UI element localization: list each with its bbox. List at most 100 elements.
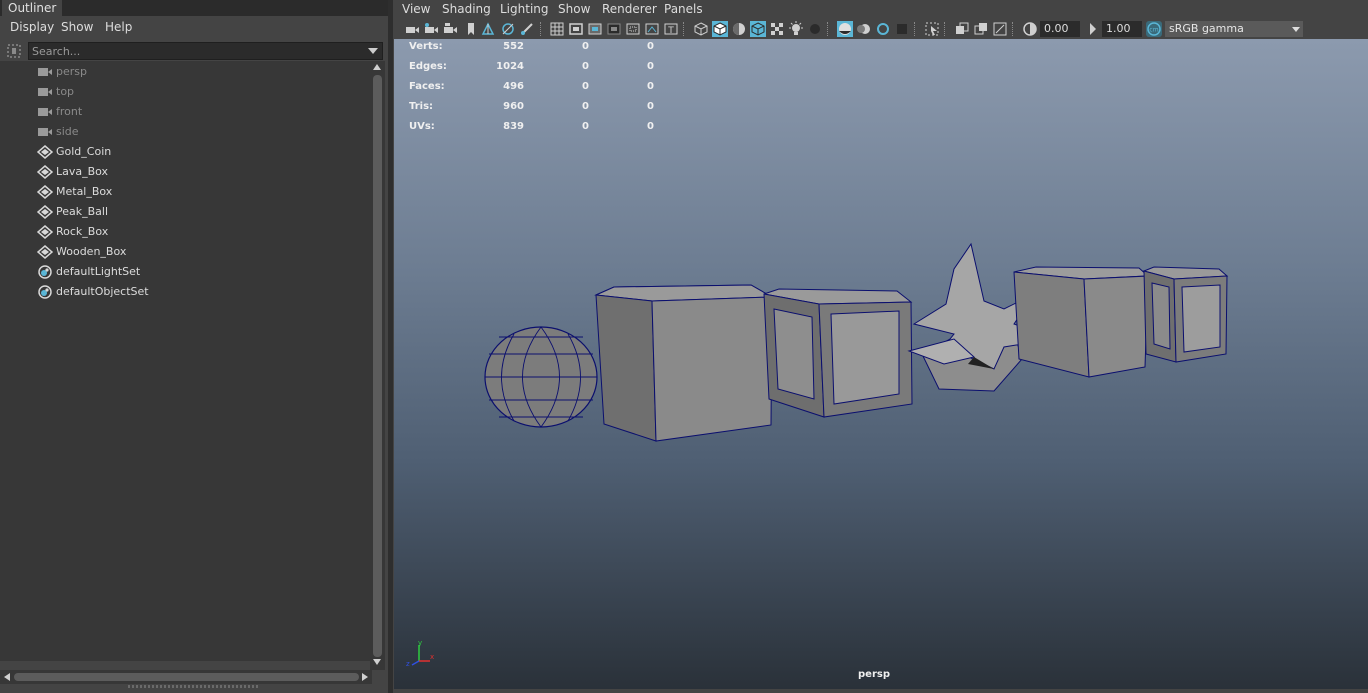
camera-attributes-icon[interactable] [423, 21, 439, 37]
outliner-item-front[interactable]: front [0, 102, 370, 122]
outliner-item-side[interactable]: side [0, 122, 370, 142]
outliner-tab[interactable]: Outliner [2, 0, 62, 16]
outliner-item-default-object-set[interactable]: defaultObjectSet [0, 282, 370, 302]
anti-aliasing-icon[interactable] [875, 21, 891, 37]
lava-box-mesh [594, 284, 774, 442]
svg-text:cm: cm [1149, 27, 1158, 34]
grease-pencil-icon[interactable] [519, 21, 535, 37]
film-gate-icon[interactable] [568, 21, 584, 37]
menu-lighting[interactable]: Lighting [500, 0, 549, 19]
outliner-vertical-scrollbar[interactable] [370, 61, 385, 670]
outliner-horizontal-scrollbar[interactable] [0, 670, 372, 684]
safe-title-icon[interactable]: T [663, 21, 679, 37]
smooth-shade-icon[interactable] [712, 21, 728, 37]
view-transform-icon[interactable]: cm [1146, 21, 1162, 37]
motion-blur-icon[interactable] [856, 21, 872, 37]
hud-value: 0 [647, 121, 654, 132]
xray-icon[interactable] [954, 21, 970, 37]
menu-shading[interactable]: Shading [442, 0, 491, 19]
outliner-item-gold-coin[interactable]: Gold_Coin [0, 142, 370, 162]
menu-help[interactable]: Help [105, 17, 132, 37]
viewport-toolbar: T 0.00 1.00 cm sRGB gamma [393, 19, 1368, 39]
hud-value: 960 [503, 101, 524, 112]
use-all-lights-icon[interactable] [788, 21, 804, 37]
search-dropdown-arrow[interactable] [368, 48, 378, 54]
scroll-down-arrow[interactable] [373, 659, 381, 665]
menu-show[interactable]: Show [61, 17, 93, 37]
outliner-item-label: Peak_Ball [56, 205, 109, 218]
outliner-item-default-light-set[interactable]: defaultLightSet [0, 262, 370, 282]
chevron-down-icon[interactable] [1289, 21, 1303, 37]
image-plane-icon[interactable] [480, 21, 496, 37]
outliner-item-wooden-box[interactable]: Wooden_Box [0, 242, 370, 262]
hud-row-faces: Faces: 496 0 0 [394, 80, 674, 100]
scroll-thumb[interactable] [14, 673, 359, 681]
gate-mask-icon[interactable] [606, 21, 622, 37]
hud-row-uvs: UVs: 839 0 0 [394, 120, 674, 140]
menu-view[interactable]: View [402, 0, 430, 19]
menu-display[interactable]: Display [10, 17, 54, 37]
screen-space-ao-icon[interactable] [837, 21, 853, 37]
outliner-item-label: top [56, 85, 75, 98]
wireframe-icon[interactable] [693, 21, 709, 37]
viewport-menu-bar: View Shading Lighting Show Renderer Pane… [393, 0, 1368, 19]
bookmarks-icon[interactable] [442, 21, 458, 37]
isolate-select-icon[interactable] [924, 21, 940, 37]
depth-of-field-icon[interactable] [894, 21, 910, 37]
toolbar-separator [683, 22, 685, 36]
exposure-field[interactable]: 0.00 [1040, 21, 1080, 37]
transform-icon [37, 145, 53, 159]
filter-icon[interactable] [6, 43, 22, 59]
default-material-icon[interactable] [731, 21, 747, 37]
exposure-icon[interactable] [1022, 21, 1038, 37]
search-input[interactable] [32, 43, 357, 59]
hud-value: 552 [503, 41, 524, 52]
select-camera-icon[interactable] [404, 21, 420, 37]
hud-row-verts: Verts: 552 0 0 [394, 40, 674, 60]
axis-z-label: z [406, 660, 410, 668]
axis-y-label: y [418, 639, 422, 647]
hud-value: 0 [647, 41, 654, 52]
field-chart-icon[interactable] [625, 21, 641, 37]
poly-count-hud: Verts: 552 0 0 Edges: 1024 0 0 Faces: 49… [394, 39, 674, 139]
outliner-item-label: Rock_Box [56, 225, 109, 238]
hud-value: 0 [582, 81, 589, 92]
transform-icon [37, 245, 53, 259]
menu-renderer[interactable]: Renderer [602, 0, 657, 19]
outliner-tab-bar: Outliner [0, 0, 388, 16]
hud-row-tris: Tris: 960 0 0 [394, 100, 674, 120]
scroll-thumb[interactable] [373, 75, 382, 657]
outliner-item-peak-ball[interactable]: Peak_Ball [0, 202, 370, 222]
wireframe-on-shaded-icon[interactable] [750, 21, 766, 37]
outliner-item-lava-box[interactable]: Lava_Box [0, 162, 370, 182]
xray-active-components-icon[interactable] [973, 21, 989, 37]
outliner-item-rock-box[interactable]: Rock_Box [0, 222, 370, 242]
outliner-item-label: persp [56, 65, 87, 78]
gold-coin-mesh [484, 326, 598, 428]
menu-panels[interactable]: Panels [664, 0, 703, 19]
menu-show[interactable]: Show [558, 0, 590, 19]
scroll-left-arrow[interactable] [4, 673, 10, 681]
safe-action-icon[interactable] [644, 21, 660, 37]
xray-joints-icon[interactable] [992, 21, 1008, 37]
outliner-item-persp[interactable]: persp [0, 62, 370, 82]
outliner-item-top[interactable]: top [0, 82, 370, 102]
outliner-item-metal-box[interactable]: Metal_Box [0, 182, 370, 202]
grid-icon[interactable] [549, 21, 565, 37]
scroll-up-arrow[interactable] [373, 64, 381, 70]
viewport-panel: View Shading Lighting Show Renderer Pane… [393, 0, 1368, 693]
bookmark-icon[interactable] [463, 21, 479, 37]
gamma-icon[interactable] [1085, 21, 1101, 37]
outliner-item-label: Metal_Box [56, 185, 113, 198]
textured-icon[interactable] [769, 21, 785, 37]
resolution-gate-icon[interactable] [587, 21, 603, 37]
scroll-right-arrow[interactable] [362, 673, 368, 681]
shadows-icon[interactable] [807, 21, 823, 37]
gamma-field[interactable]: 1.00 [1102, 21, 1142, 37]
two-d-pan-zoom-icon[interactable] [500, 21, 516, 37]
outliner-item-label: side [56, 125, 79, 138]
3d-viewport[interactable]: Verts: 552 0 0 Edges: 1024 0 0 Faces: 49… [394, 39, 1368, 689]
panel-resize-grip[interactable] [128, 685, 258, 688]
color-space-dropdown[interactable]: sRGB gamma [1165, 21, 1290, 37]
outliner-item-label: Lava_Box [56, 165, 109, 178]
